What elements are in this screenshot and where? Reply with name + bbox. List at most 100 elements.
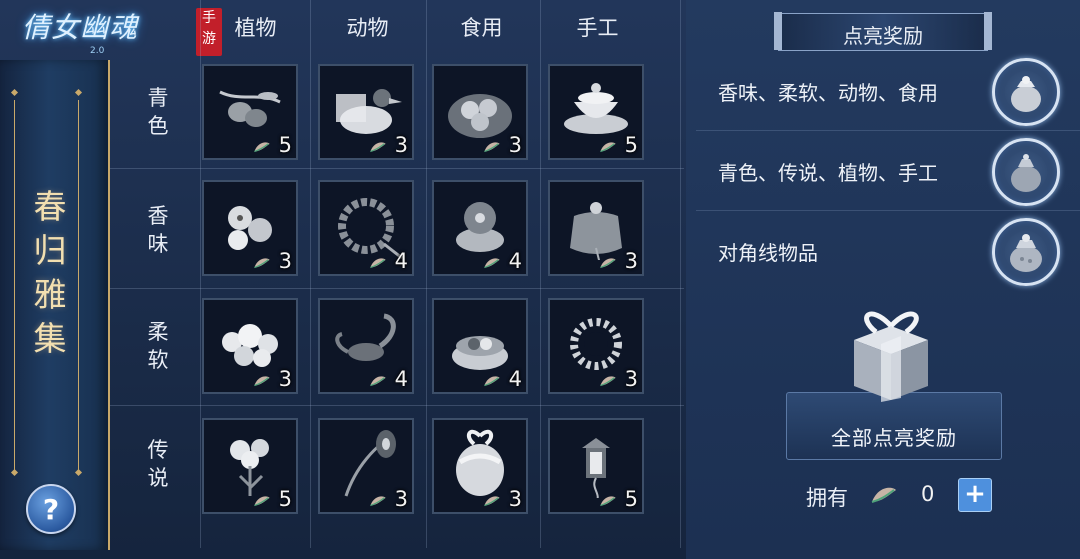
leaf-token-icon — [600, 496, 616, 507]
item-count: 3 — [278, 367, 292, 391]
item-count: 5 — [624, 133, 638, 157]
item-count: 3 — [624, 367, 638, 391]
reward-row: 对角线物品 — [696, 210, 1080, 290]
row-header-char: 色 — [147, 114, 169, 138]
grid-line — [426, 0, 427, 548]
banner-line — [78, 100, 79, 470]
item-cell-eggs-plate[interactable]: 3 — [432, 64, 528, 160]
leaf-token-icon — [871, 487, 896, 503]
item-count: 5 — [278, 487, 292, 511]
row-header-fragrance: 香味 — [138, 202, 178, 258]
pouch-icon[interactable] — [992, 138, 1060, 206]
banner-ornament — [10, 468, 19, 477]
event-title: 春 归 雅 集 — [22, 185, 78, 361]
column-header-craft: 手工 — [576, 16, 619, 40]
item-cell-white-flowers[interactable]: 3 — [202, 298, 298, 394]
item-cell-flower-wreath[interactable]: 3 — [548, 298, 644, 394]
leaf-token-icon — [600, 376, 616, 387]
reward-condition: 香味、柔软、动物、食用 — [718, 81, 938, 105]
help-button[interactable]: ? — [26, 484, 76, 534]
item-cell-olives-branch[interactable]: 5 — [202, 64, 298, 160]
item-count: 3 — [624, 249, 638, 273]
column-header-animal: 动物 — [346, 16, 389, 40]
event-title-char: 集 — [33, 319, 67, 358]
leaf-token-icon — [600, 258, 616, 269]
row-header-char: 青 — [147, 86, 169, 110]
reward-panel: 点亮奖励 香味、柔软、动物、食用 青色、传说、植物、手工 对角线物品 全部点亮奖… — [686, 0, 1080, 559]
grid-line — [680, 0, 681, 548]
item-count: 5 — [278, 133, 292, 157]
item-cell-flower-blossom[interactable]: 3 — [202, 180, 298, 276]
logo-version: 2.0 — [90, 46, 105, 56]
event-title-char: 归 — [33, 231, 67, 270]
plus-icon: + — [964, 479, 986, 509]
item-cell-gift-egg[interactable]: 3 — [432, 418, 528, 514]
item-count: 3 — [278, 249, 292, 273]
item-grid: 植物 动物 食用 手工 青色 香味 柔软 传说 5 3 3 5 3 4 4 3 3 4 4 3 5 3 3 5 — [110, 0, 684, 559]
item-cell-flower-cake[interactable]: 4 — [432, 180, 528, 276]
grid-line — [200, 0, 201, 548]
claim-all-button[interactable]: 全部点亮奖励 — [790, 420, 998, 456]
row-header-char: 说 — [147, 466, 169, 490]
leaf-token-icon — [370, 142, 386, 153]
banner-line — [14, 100, 15, 470]
item-cell-prayer-beads[interactable]: 4 — [318, 180, 414, 276]
reward-tab: 点亮奖励 — [774, 12, 992, 51]
grid-line — [310, 0, 311, 548]
owned-label: 拥有 — [806, 486, 848, 510]
reward-row: 青色、传说、植物、手工 — [696, 130, 1080, 211]
leaf-token-icon — [600, 142, 616, 153]
row-header-char: 柔 — [147, 320, 169, 344]
column-header-plant: 植物 — [234, 16, 277, 40]
row-header-cyan: 青色 — [138, 84, 178, 140]
grid-line — [110, 405, 684, 406]
item-cell-tea-cups[interactable]: 5 — [548, 64, 644, 160]
reward-condition: 对角线物品 — [718, 241, 818, 265]
item-cell-dumpling-basket[interactable]: 4 — [432, 298, 528, 394]
item-count: 3 — [394, 133, 408, 157]
item-count: 4 — [508, 367, 522, 391]
leaf-token-icon — [370, 496, 386, 507]
item-cell-duck[interactable]: 3 — [318, 64, 414, 160]
grid-line — [110, 168, 684, 169]
pouch-icon[interactable] — [992, 58, 1060, 126]
grid-line — [110, 288, 684, 289]
item-count: 4 — [394, 367, 408, 391]
reward-tab-label: 点亮奖励 — [843, 24, 923, 48]
event-title-char: 春 — [33, 187, 67, 226]
item-cell-peacock-feather[interactable]: 3 — [318, 418, 414, 514]
column-header-food: 食用 — [460, 16, 503, 40]
add-token-button[interactable]: + — [958, 478, 992, 512]
item-count: 3 — [394, 487, 408, 511]
pouch-icon[interactable] — [992, 218, 1060, 286]
reward-row: 香味、柔软、动物、食用 — [696, 50, 1080, 131]
row-header-legend: 传说 — [138, 436, 178, 492]
item-cell-flower-bush[interactable]: 5 — [202, 418, 298, 514]
banner-ornament — [10, 88, 19, 97]
row-header-char: 传 — [147, 438, 169, 462]
item-count: 4 — [508, 249, 522, 273]
item-cell-lantern[interactable]: 5 — [548, 418, 644, 514]
row-header-char: 味 — [147, 232, 169, 256]
leaf-token-icon — [254, 258, 270, 269]
item-cell-scorpion[interactable]: 4 — [318, 298, 414, 394]
reward-condition: 青色、传说、植物、手工 — [718, 161, 938, 185]
banner-ornament — [74, 468, 83, 477]
leaf-token-icon — [484, 496, 500, 507]
row-header-char: 香 — [147, 204, 169, 228]
leaf-token-icon — [484, 258, 500, 269]
row-header-soft: 柔软 — [138, 318, 178, 374]
leaf-token-icon — [370, 376, 386, 387]
leaf-token-icon — [254, 496, 270, 507]
row-header-char: 软 — [147, 348, 169, 372]
help-icon: ? — [42, 492, 60, 526]
grid-line — [540, 0, 541, 548]
item-cell-sachet[interactable]: 3 — [548, 180, 644, 276]
leaf-token-icon — [484, 376, 500, 387]
gift-box-icon — [854, 311, 928, 402]
banner-ornament — [74, 88, 83, 97]
item-count: 5 — [624, 487, 638, 511]
leaf-token-icon — [484, 142, 500, 153]
leaf-token-icon — [370, 258, 386, 269]
event-title-char: 雅 — [33, 275, 67, 314]
